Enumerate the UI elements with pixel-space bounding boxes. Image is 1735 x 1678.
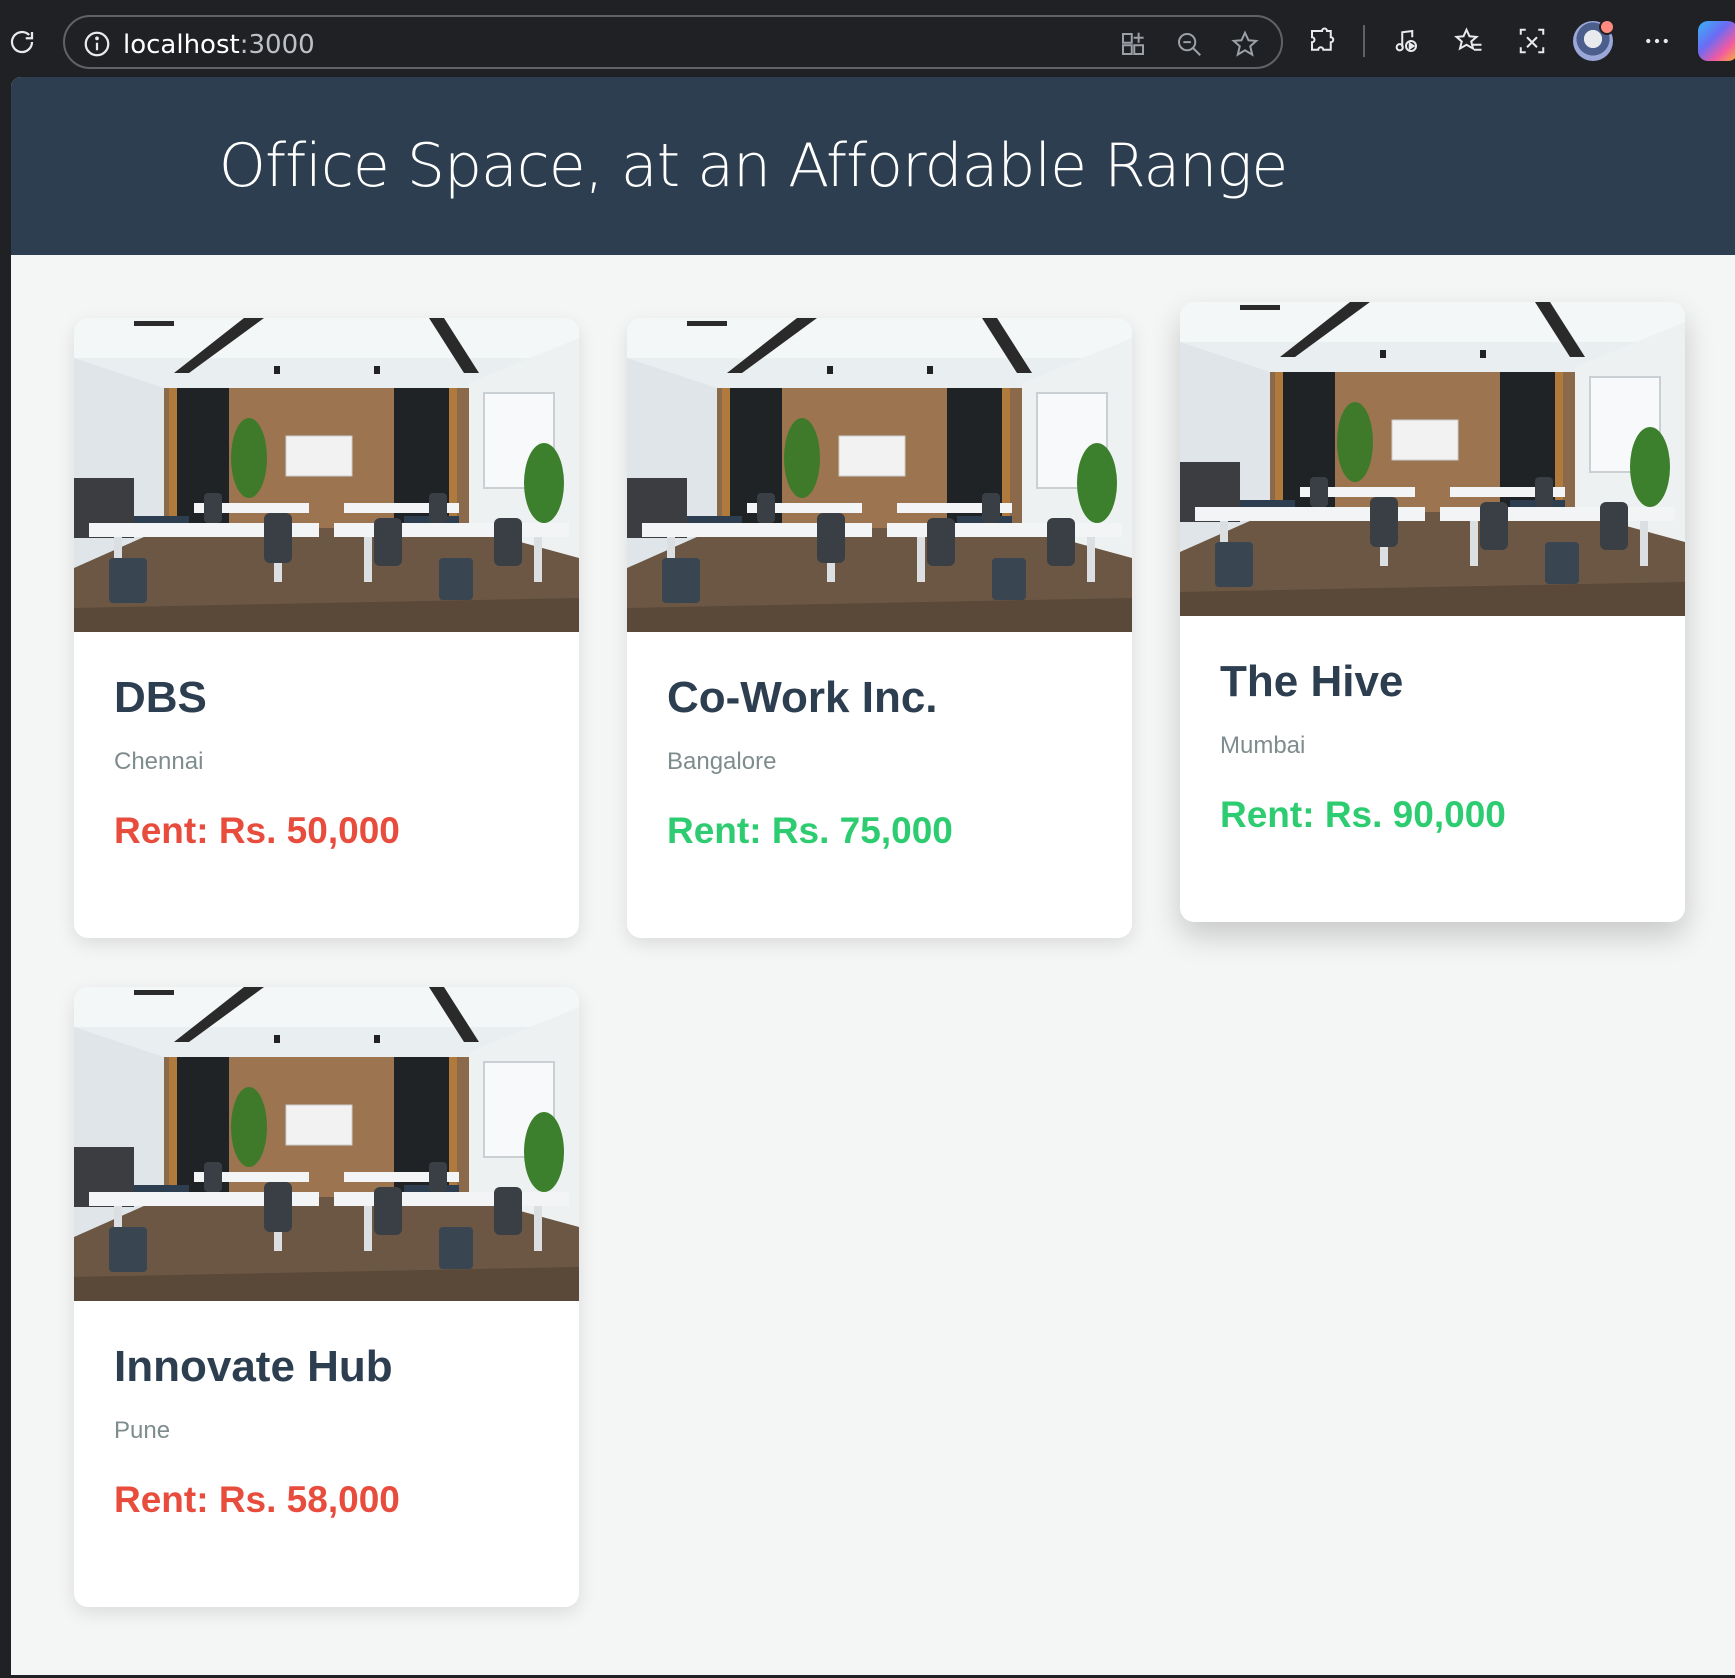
office-name: The Hive xyxy=(1220,657,1404,706)
address-bar[interactable]: localhost:3000 xyxy=(63,15,1283,69)
page-header: Office Space, at an Affordable Range xyxy=(11,77,1735,255)
office-photo xyxy=(1180,302,1685,616)
favorites-icon[interactable] xyxy=(1447,19,1491,63)
url-host: localhost xyxy=(123,30,240,60)
page-viewport: Office Space, at an Affordable Range DBS… xyxy=(11,77,1735,1675)
profile-avatar[interactable] xyxy=(1573,19,1615,61)
office-name: Co-Work Inc. xyxy=(667,673,938,722)
browser-toolbar: localhost:3000 xyxy=(0,0,1735,84)
office-city: Bangalore xyxy=(667,748,777,775)
toolbar-separator xyxy=(1363,25,1365,57)
office-city: Chennai xyxy=(114,748,204,775)
office-city: Pune xyxy=(114,1417,171,1444)
office-card[interactable]: DBS Chennai Rent: Rs. 50,000 xyxy=(74,318,579,938)
office-photo xyxy=(627,318,1132,632)
more-icon[interactable] xyxy=(1635,19,1679,63)
office-rent: Rent: Rs. 75,000 xyxy=(667,810,953,851)
extensions-icon[interactable] xyxy=(1300,19,1344,63)
office-card[interactable]: The Hive Mumbai Rent: Rs. 90,000 xyxy=(1180,302,1685,922)
office-photo xyxy=(74,987,579,1301)
office-rent: Rent: Rs. 90,000 xyxy=(1220,794,1506,835)
screenshot-icon[interactable] xyxy=(1510,19,1554,63)
site-info-icon[interactable] xyxy=(75,22,119,66)
office-card[interactable]: Co-Work Inc. Bangalore Rent: Rs. 75,000 xyxy=(627,318,1132,938)
office-photo xyxy=(74,318,579,632)
favorite-star-icon[interactable] xyxy=(1223,22,1267,66)
notification-dot xyxy=(1599,19,1615,35)
apps-icon[interactable] xyxy=(1111,22,1155,66)
page-title: Office Space, at an Affordable Range xyxy=(218,131,1288,201)
office-rent: Rent: Rs. 58,000 xyxy=(114,1479,400,1520)
copilot-icon[interactable] xyxy=(1698,21,1735,61)
office-card[interactable]: Innovate Hub Pune Rent: Rs. 58,000 xyxy=(74,987,579,1607)
media-icon[interactable] xyxy=(1384,19,1428,63)
office-name: DBS xyxy=(114,673,207,722)
office-name: Innovate Hub xyxy=(114,1342,393,1391)
office-rent: Rent: Rs. 50,000 xyxy=(114,810,400,851)
url-port: :3000 xyxy=(239,30,315,60)
reload-icon[interactable] xyxy=(0,20,44,64)
zoom-out-icon[interactable] xyxy=(1167,22,1211,66)
url-text[interactable]: localhost:3000 xyxy=(123,30,315,60)
office-city: Mumbai xyxy=(1220,732,1306,759)
